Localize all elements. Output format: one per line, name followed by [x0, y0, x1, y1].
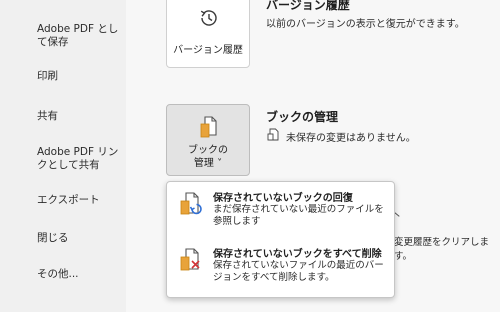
manage-book-button-label-1: ブックの [188, 145, 228, 156]
manage-book-title: ブックの管理 [266, 110, 339, 124]
recover-workbook-icon [180, 192, 202, 215]
delete-unsaved-workbooks-item[interactable]: 保存されていないブックをすべて削除 保存されていないファイルの最近のバージョンを… [167, 245, 394, 301]
nav-share[interactable]: 共有 [37, 110, 121, 123]
manage-book-status: 未保存の変更はありません。 [286, 133, 416, 144]
backstage-sidebar: Adobe PDF とし て保存 印刷 共有 Adobe PDF リン クとして… [0, 0, 126, 312]
recover-item-description: まだ保存されていない最近のファイルを参照します [213, 204, 384, 227]
manage-book-button-label-2: 管理 ˅ [193, 158, 223, 169]
history-icon [200, 10, 217, 26]
clear-history-text: 変更履歴をクリアします。 [394, 237, 490, 262]
nav-save-as-adobe-pdf[interactable]: Adobe PDF とし て保存 [37, 23, 121, 49]
recover-item-title: 保存されていないブックの回復 [213, 193, 353, 204]
nav-more[interactable]: その他... [37, 268, 121, 281]
nav-close[interactable]: 閉じる [37, 232, 121, 245]
delete-item-description: 保存されていないファイルの最近のバージョンをすべて削除します。 [213, 260, 384, 283]
manage-workbook-icon [200, 116, 217, 138]
version-history-description: 以前のバージョンの表示と復元ができます。 [266, 19, 465, 30]
version-history-button-label: バージョン履歴 [173, 45, 243, 56]
recover-unsaved-workbooks-item[interactable]: 保存されていないブックの回復 まだ保存されていない最近のファイルを参照します [167, 189, 394, 245]
manage-book-button[interactable]: ブックの 管理 ˅ [166, 104, 250, 176]
workbook-status-icon [267, 128, 279, 141]
partial-glyph [394, 212, 400, 217]
version-history-button[interactable]: バージョン履歴 [166, 0, 250, 68]
delete-item-title: 保存されていないブックをすべて削除 [213, 249, 382, 260]
nav-share-adobe-pdf-link[interactable]: Adobe PDF リン クとして共有 [37, 146, 121, 172]
delete-workbook-icon [180, 248, 200, 271]
nav-print[interactable]: 印刷 [37, 70, 121, 83]
manage-book-dropdown: 保存されていないブックの回復 まだ保存されていない最近のファイルを参照します 保… [166, 181, 395, 298]
version-history-title: バージョン履歴 [266, 0, 350, 12]
nav-export[interactable]: エクスポート [37, 194, 121, 207]
